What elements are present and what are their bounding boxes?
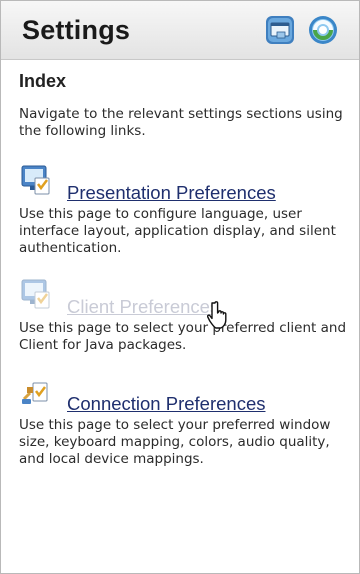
section-connection: Connection Preferences Use this page to … bbox=[19, 373, 349, 468]
presentation-preferences-link[interactable]: Presentation Preferences bbox=[67, 182, 276, 204]
section-client: Client Preferences Use this page to sele… bbox=[19, 276, 349, 354]
settings-panel: Settings Index Navigate to the relevant … bbox=[0, 0, 360, 574]
hand-cursor-icon bbox=[207, 301, 227, 329]
index-intro: Navigate to the relevant settings sectio… bbox=[19, 106, 343, 139]
index-heading: Index bbox=[19, 71, 67, 91]
connection-description: Use this page to select your preferred w… bbox=[19, 417, 331, 467]
client-preferences-link[interactable]: Client Preferences bbox=[67, 296, 219, 318]
connection-preferences-icon bbox=[22, 382, 48, 404]
client-preferences-icon bbox=[21, 279, 50, 309]
settings-header: Settings bbox=[1, 1, 359, 60]
settings-window-icon[interactable] bbox=[263, 13, 297, 47]
connection-preferences-link[interactable]: Connection Preferences bbox=[67, 393, 265, 415]
client-description: Use this page to select your preferred c… bbox=[19, 320, 347, 353]
page-title: Settings bbox=[22, 15, 131, 45]
settings-content: Index Navigate to the relevant settings … bbox=[19, 71, 349, 468]
section-presentation: Presentation Preferences Use this page t… bbox=[19, 162, 349, 257]
presentation-preferences-icon bbox=[21, 165, 50, 195]
presentation-description: Use this page to configure language, use… bbox=[19, 206, 336, 256]
help-icon[interactable] bbox=[306, 13, 340, 47]
